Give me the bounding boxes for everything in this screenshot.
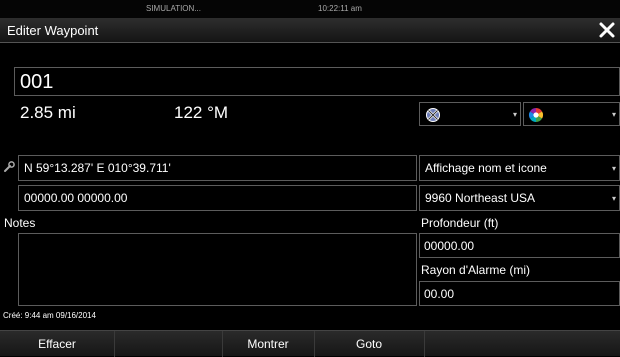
title-bar: Editer Waypoint [0, 18, 620, 43]
chevron-down-icon: ▾ [611, 164, 616, 173]
color-wheel-icon [528, 107, 544, 123]
chevron-down-icon: ▾ [611, 194, 616, 203]
status-bar: SIMULATION... 10:22:11 am [0, 0, 620, 18]
waypoint-symbol-icon [425, 107, 441, 123]
depth-label: Profondeur (ft) [421, 216, 499, 230]
display-option-value: Affichage nom et icone [425, 161, 547, 175]
softkey-empty-1[interactable] [114, 331, 223, 357]
chevron-down-icon: ▾ [611, 110, 616, 119]
wrench-icon [3, 160, 15, 172]
notes-label: Notes [4, 216, 36, 230]
alarm-radius-label: Rayon d'Alarme (mi) [421, 263, 530, 277]
distance-value: 2.85 mi [20, 103, 76, 122]
alarm-radius-value: 00.00 [424, 287, 455, 301]
waypoint-name: 001 [20, 71, 54, 93]
loran-field[interactable]: 00000.00 00000.00 [18, 185, 417, 211]
simulation-status: SIMULATION... [146, 4, 201, 13]
created-timestamp: Créé: 9:44 am 09/16/2014 [3, 311, 96, 320]
show-button[interactable]: Montrer [222, 331, 315, 357]
position-field[interactable]: N 59°13.287' E 010°39.711' [18, 155, 417, 181]
color-dropdown[interactable]: ▾ [523, 102, 620, 126]
delete-button[interactable]: Effacer [0, 331, 115, 357]
close-icon[interactable] [597, 20, 617, 40]
display-option-dropdown[interactable]: Affichage nom et icone ▾ [419, 155, 620, 181]
depth-value: 00000.00 [424, 239, 475, 253]
waypoint-name-field[interactable]: 001 [14, 67, 620, 96]
loran-value: 00000.00 00000.00 [24, 191, 128, 205]
depth-field[interactable]: 00000.00 [419, 233, 620, 258]
alarm-radius-field[interactable]: 00.00 [419, 281, 620, 306]
loran-chain-dropdown[interactable]: 9960 Northeast USA ▾ [419, 185, 620, 211]
clock: 10:22:11 am [318, 4, 362, 13]
loran-chain-value: 9960 Northeast USA [425, 191, 536, 205]
softkey-bar: Effacer Montrer Goto [0, 330, 620, 357]
notes-field[interactable] [18, 233, 417, 306]
symbol-dropdown[interactable]: ▾ [419, 102, 521, 126]
dialog-title: Editer Waypoint [7, 23, 99, 38]
softkey-empty-2[interactable] [424, 331, 620, 357]
chevron-down-icon: ▾ [512, 110, 517, 119]
bearing-value: 122 °M [174, 103, 229, 122]
goto-button[interactable]: Goto [314, 331, 425, 357]
lat-lon-value: N 59°13.287' E 010°39.711' [24, 161, 171, 175]
